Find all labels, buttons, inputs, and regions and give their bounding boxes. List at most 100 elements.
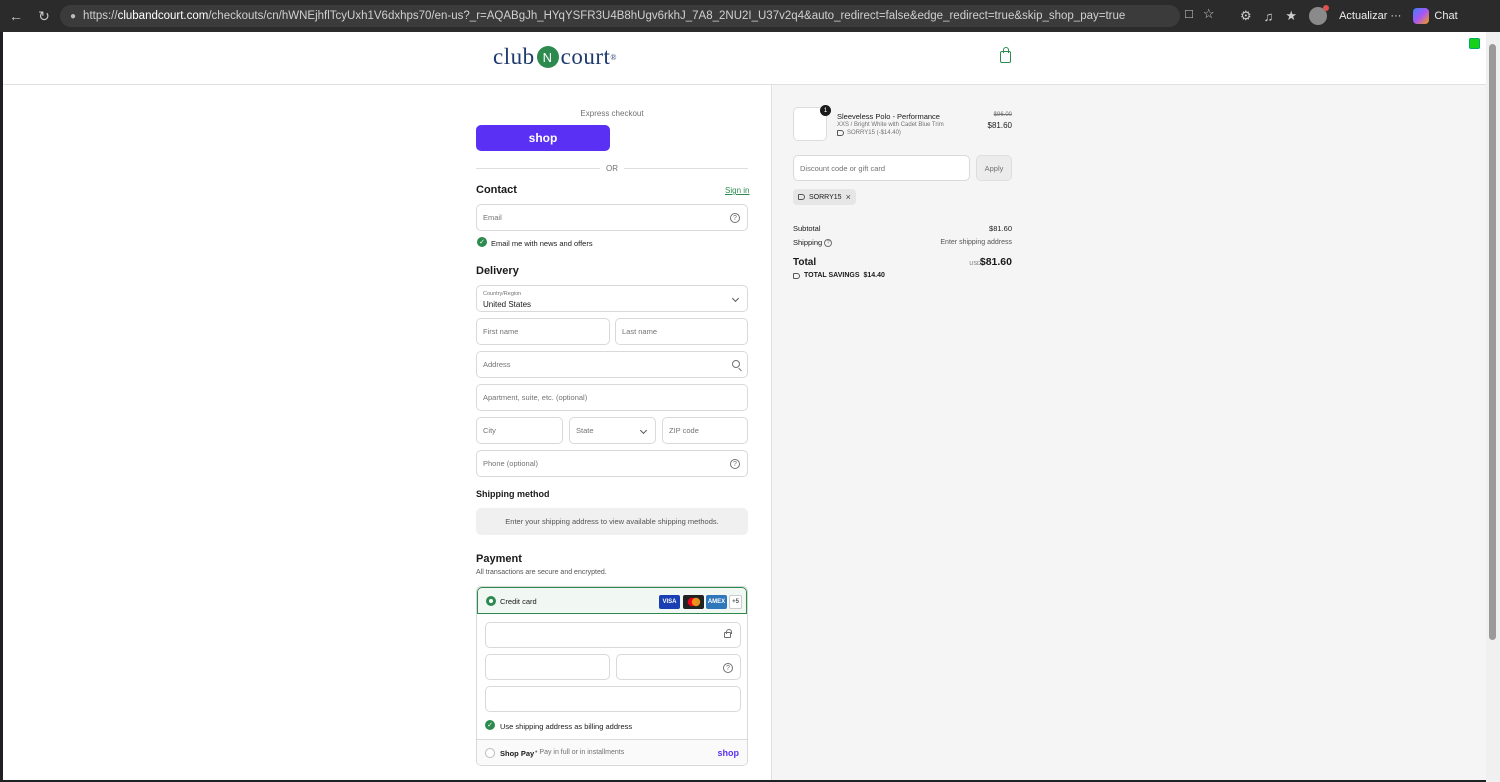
- billing-checkbox-label: Use shipping address as billing address: [500, 722, 633, 731]
- original-price: $96.00: [993, 112, 1012, 118]
- favorite-star-icon[interactable]: ☆: [1203, 6, 1215, 22]
- address-placeholder: Address: [483, 360, 511, 369]
- phone-field[interactable]: Phone (optional) ?: [476, 450, 748, 477]
- apply-button[interactable]: Apply: [976, 155, 1012, 181]
- product-name: Sleeveless Polo - Performance: [837, 112, 940, 121]
- last-name-field[interactable]: Last name: [615, 318, 748, 345]
- news-checkbox[interactable]: ✓: [477, 237, 487, 247]
- apartment-field[interactable]: Apartment, suite, etc. (optional): [476, 384, 748, 411]
- total-savings: TOTAL SAVINGS $14.40: [793, 272, 885, 279]
- help-icon[interactable]: ?: [723, 663, 733, 673]
- logo-text-left: club: [493, 44, 535, 69]
- mastercard-icon: [683, 595, 704, 609]
- shop-pay-logo: shop: [717, 748, 740, 758]
- country-value: United States: [483, 300, 532, 309]
- payment-subtitle: All transactions are secure and encrypte…: [476, 569, 607, 576]
- update-label: Actualizar: [1339, 10, 1388, 22]
- card-number-field[interactable]: [485, 622, 741, 648]
- checkout-page: club N court ® Express checkout shop OR …: [3, 32, 1486, 780]
- back-icon[interactable]: ←: [2, 2, 30, 30]
- shop-pay-radio[interactable]: [485, 748, 495, 758]
- city-field[interactable]: City: [476, 417, 563, 444]
- media-icon[interactable]: ♫: [1264, 9, 1274, 24]
- first-name-placeholder: First name: [483, 327, 519, 336]
- shop-pay-option[interactable]: Shop Pay • Pay in full or in installment…: [477, 739, 747, 765]
- product-discount: SORRY15 (-$14.40): [837, 130, 901, 136]
- city-placeholder: City: [483, 426, 496, 435]
- credit-card-radio[interactable]: [486, 596, 496, 606]
- help-icon[interactable]: ?: [730, 213, 740, 223]
- express-checkout-label: Express checkout: [580, 109, 644, 118]
- product-discount-text: SORRY15 (-$14.40): [847, 130, 901, 136]
- subtotal-label: Subtotal: [793, 224, 821, 233]
- remove-code-icon[interactable]: ×: [846, 192, 851, 202]
- logo-text-right: court: [560, 44, 611, 69]
- order-summary-panel: [771, 85, 1486, 780]
- logo-mark-icon: N: [536, 46, 559, 68]
- address-field[interactable]: Address: [476, 351, 748, 378]
- reader-view-icon[interactable]: □: [1185, 6, 1193, 22]
- help-icon[interactable]: ?: [730, 459, 740, 469]
- address-bar[interactable]: ● https://clubandcourt.com/checkouts/cn/…: [60, 5, 1180, 27]
- divider-line: [624, 167, 748, 169]
- credit-card-option[interactable]: Credit card VISA AMEX +5: [477, 587, 747, 614]
- favorites-icon[interactable]: ★: [1285, 8, 1297, 24]
- shipping-label: Shipping: [793, 238, 823, 247]
- page-scrollbar[interactable]: [1486, 32, 1500, 782]
- site-info-icon[interactable]: ●: [70, 11, 76, 22]
- discounted-price: $81.60: [987, 121, 1012, 130]
- state-placeholder: State: [576, 426, 594, 435]
- chevron-down-icon: [639, 426, 648, 435]
- tag-icon: [793, 272, 800, 279]
- copilot-icon: [1413, 8, 1430, 24]
- site-header: club N court ®: [3, 32, 1486, 85]
- extensions-icon[interactable]: ⚙: [1240, 8, 1252, 24]
- shipping-help-icon[interactable]: ?: [824, 239, 833, 248]
- scrollbar-thumb[interactable]: [1489, 44, 1496, 640]
- billing-checkbox[interactable]: ✓: [485, 720, 495, 730]
- email-placeholder: Email: [483, 213, 502, 222]
- zip-field[interactable]: ZIP code: [662, 417, 748, 444]
- payment-title: Payment: [476, 553, 522, 565]
- url-path: /checkouts/cn/hWNEjhflTcyUxh1V6dxhps70/e…: [208, 10, 1126, 22]
- applied-code-chip: SORRY15 ×: [793, 189, 856, 205]
- savings-value: $14.40: [863, 272, 885, 279]
- security-code-field[interactable]: ?: [616, 654, 741, 680]
- delivery-title: Delivery: [476, 265, 519, 277]
- shipping-method-title: Shipping method: [476, 489, 550, 499]
- subtotal-value: $81.60: [989, 224, 1012, 233]
- shop-pay-label: Shop Pay: [500, 749, 535, 758]
- tag-icon: [798, 194, 805, 200]
- registered-mark: ®: [610, 52, 617, 62]
- sign-in-link[interactable]: Sign in: [725, 186, 749, 195]
- shop-pay-express-button[interactable]: shop: [476, 125, 610, 151]
- tag-icon: [837, 130, 844, 136]
- club-and-court-logo[interactable]: club N court ®: [493, 44, 617, 70]
- applied-code: SORRY15: [809, 193, 842, 201]
- first-name-field[interactable]: First name: [476, 318, 610, 345]
- country-select[interactable]: Country/Region United States: [476, 285, 748, 312]
- browser-toolbar: ← ↻ ● https://clubandcourt.com/checkouts…: [0, 0, 1500, 32]
- state-select[interactable]: State: [569, 417, 656, 444]
- country-label: Country/Region: [483, 291, 522, 297]
- discount-code-input[interactable]: Discount code or gift card: [793, 155, 970, 181]
- shopping-bag-icon[interactable]: [1000, 47, 1011, 63]
- apartment-placeholder: Apartment, suite, etc. (optional): [483, 393, 588, 402]
- or-divider: OR: [476, 163, 748, 173]
- email-field[interactable]: Email ?: [476, 204, 748, 231]
- reload-icon[interactable]: ↻: [30, 2, 58, 30]
- name-on-card-field[interactable]: [485, 686, 741, 712]
- amex-icon: AMEX: [706, 595, 727, 609]
- chevron-down-icon: [731, 294, 740, 303]
- profile-avatar[interactable]: [1309, 5, 1330, 25]
- url-prefix: https://: [83, 10, 118, 22]
- total-label: Total: [793, 257, 817, 268]
- expiry-field[interactable]: [485, 654, 610, 680]
- shipping-row: Shipping?: [793, 238, 833, 248]
- update-button[interactable]: Actualizar ···: [1339, 10, 1401, 22]
- copilot-chat-button[interactable]: Chat: [1413, 8, 1458, 24]
- product-variant: XXS / Bright White with Cadet Blue Trim: [837, 122, 944, 128]
- phone-placeholder: Phone (optional): [483, 459, 539, 468]
- chat-label: Chat: [1434, 10, 1458, 22]
- more-menu-icon[interactable]: ···: [1390, 10, 1401, 22]
